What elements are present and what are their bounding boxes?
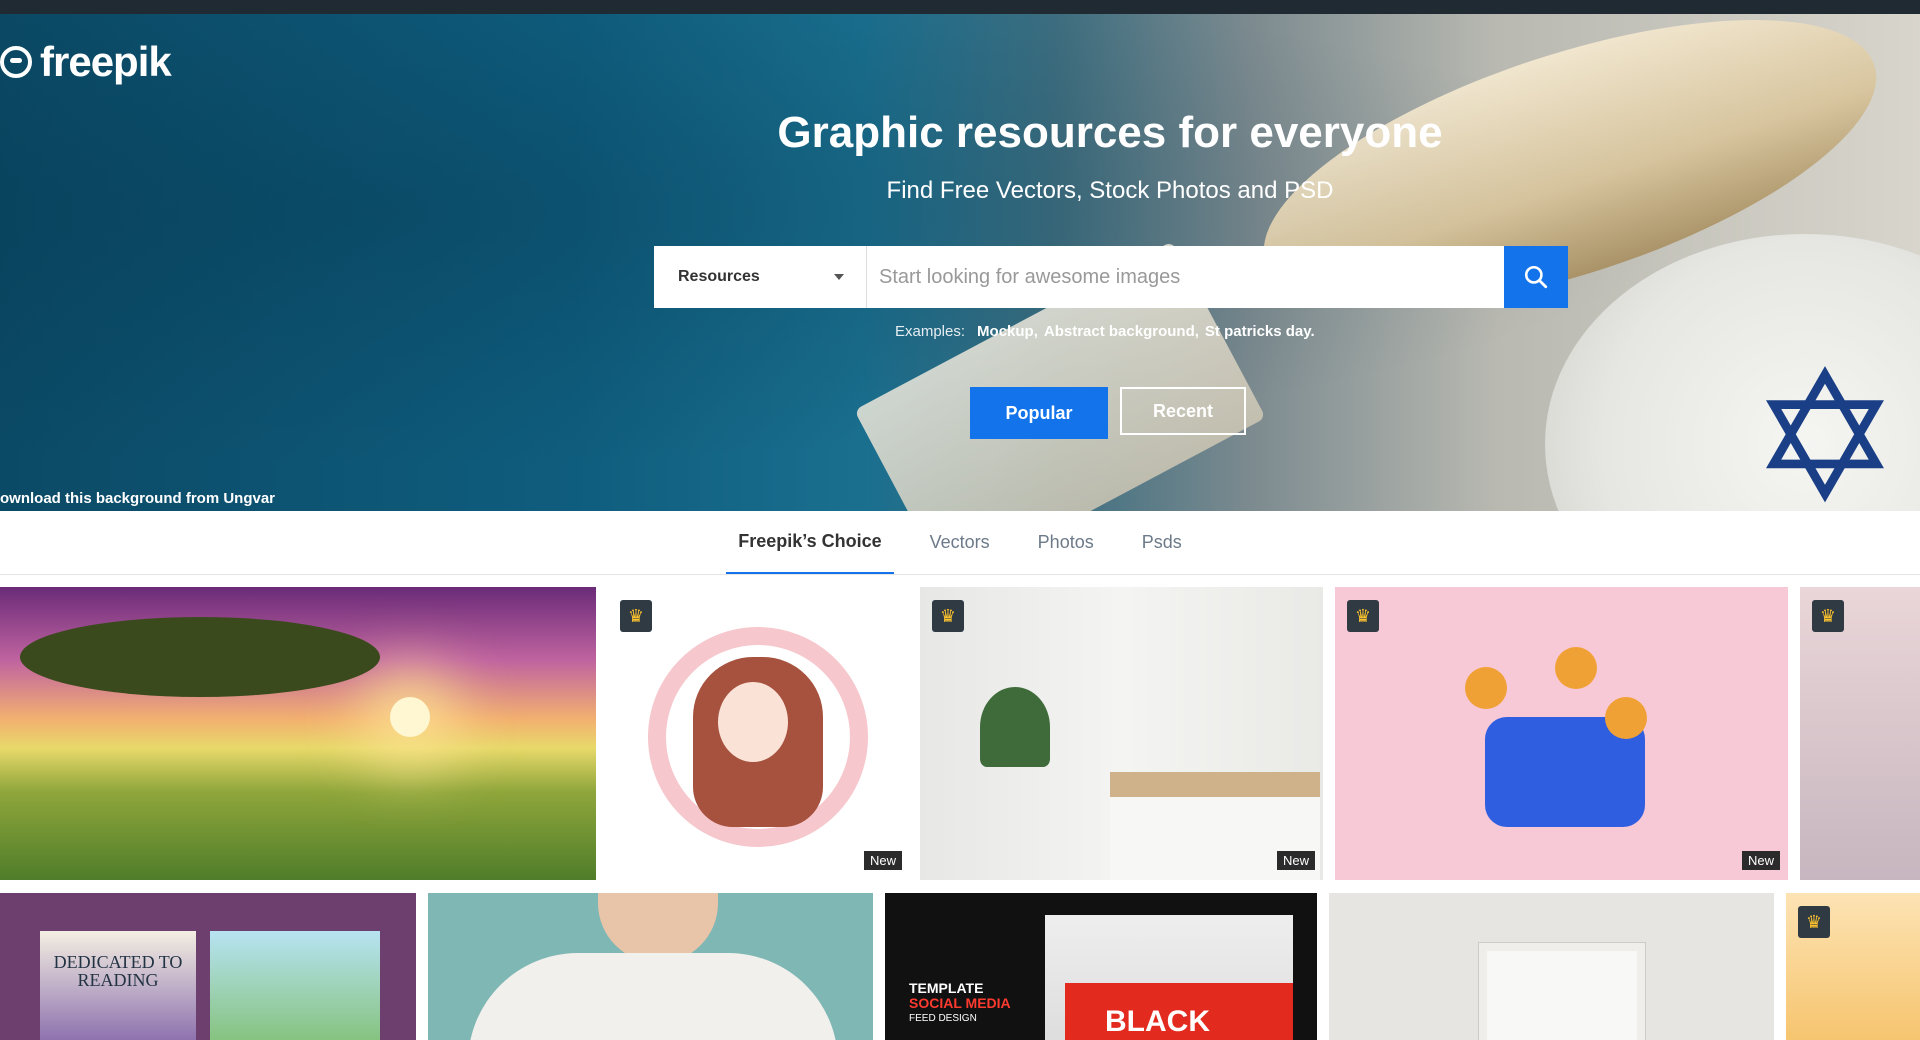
hero-title: Graphic resources for everyone xyxy=(777,108,1443,157)
resource-card-gold-decor[interactable]: ♛ xyxy=(1786,893,1920,1040)
card-template-line2: SOCIAL MEDIA xyxy=(909,995,1011,1011)
resources-dropdown[interactable]: Resources xyxy=(654,246,867,308)
search-input[interactable] xyxy=(867,246,1504,308)
freepik-logo[interactable]: freepik xyxy=(0,38,172,86)
resource-card-social-media-template[interactable]: TEMPLATE SOCIAL MEDIA FEED DESIGN BLACK xyxy=(885,893,1317,1040)
content-tabs: Freepik’s Choice Vectors Photos Psds xyxy=(0,511,1920,575)
card-illustration-book-back xyxy=(210,931,380,1040)
card-template-label: TEMPLATE SOCIAL MEDIA FEED DESIGN xyxy=(909,981,1011,1026)
card-template-line1: TEMPLATE xyxy=(909,980,984,996)
card-illustration-tree xyxy=(20,617,380,697)
star-of-david-icon: ✡ xyxy=(1749,338,1901,512)
card-illustration-face xyxy=(718,682,788,762)
popular-button[interactable]: Popular xyxy=(970,387,1108,439)
resource-card-mother-baby[interactable]: ♛ New xyxy=(608,587,910,880)
recent-button[interactable]: Recent xyxy=(1120,387,1246,435)
card-illustration-plant xyxy=(980,687,1050,767)
card-illustration-coin xyxy=(1555,647,1597,689)
card-illustration-coin xyxy=(1465,667,1507,709)
tab-psds[interactable]: Psds xyxy=(1130,511,1194,574)
hero-filter-buttons: Popular Recent xyxy=(970,387,1246,439)
resource-card-tshirt-mockup[interactable] xyxy=(428,893,873,1040)
premium-crown-icon: ♛ xyxy=(932,600,964,632)
freepik-wordmark: freepik xyxy=(40,38,172,85)
premium-crown-icon: ♛ xyxy=(1347,600,1379,632)
search-button[interactable] xyxy=(1504,246,1568,308)
example-link-abstract-background[interactable]: Abstract background, xyxy=(1044,323,1199,340)
card-illustration-coin xyxy=(1605,697,1647,739)
search-bar: Resources xyxy=(654,246,1568,308)
new-badge: New xyxy=(1276,851,1315,870)
new-badge: New xyxy=(863,851,902,870)
resource-card-nursery[interactable]: ♛ xyxy=(1800,587,1920,880)
resources-dropdown-label: Resources xyxy=(678,268,760,285)
examples-label: Examples: xyxy=(895,323,966,340)
new-badge: New xyxy=(1741,851,1780,870)
card-illustration-shirt xyxy=(468,953,838,1040)
search-icon xyxy=(1524,265,1548,289)
hero-banner: ✡ freepik Graphic resources for everyone… xyxy=(0,14,1920,511)
browser-top-strip xyxy=(0,0,1920,14)
premium-crown-icon: ♛ xyxy=(1798,906,1830,938)
resource-card-reading-book[interactable]: DEDICATED TO READING xyxy=(0,893,416,1040)
resource-card-interior-room[interactable]: ♛ New xyxy=(920,587,1323,880)
card-illustration-sun xyxy=(390,697,430,737)
background-credit-link[interactable]: ownload this background from Ungvar xyxy=(0,490,275,507)
card-book-title: DEDICATED TO READING xyxy=(53,952,183,990)
chevron-down-icon xyxy=(834,274,844,280)
card-template-line3: FEED DESIGN xyxy=(909,1013,977,1024)
example-link-mockup[interactable]: Mockup, xyxy=(977,323,1038,340)
resource-card-frame-mockup[interactable] xyxy=(1329,893,1774,1040)
premium-crown-icon: ♛ xyxy=(1812,600,1844,632)
premium-crown-icon: ♛ xyxy=(620,600,652,632)
resource-card-savanna[interactable] xyxy=(0,587,596,880)
card-template-big-text: BLACK xyxy=(1105,1005,1210,1038)
search-examples: Examples: Mockup, Abstract background, S… xyxy=(895,323,1315,340)
tab-photos[interactable]: Photos xyxy=(1026,511,1106,574)
tab-freepiks-choice[interactable]: Freepik’s Choice xyxy=(726,511,894,574)
hero-subtitle: Find Free Vectors, Stock Photos and PSD xyxy=(886,177,1334,204)
resource-card-crypto-wallet[interactable]: ♛ New xyxy=(1335,587,1788,880)
tab-vectors[interactable]: Vectors xyxy=(918,511,1002,574)
example-link-st-patricks-day[interactable]: St patricks day. xyxy=(1205,323,1315,340)
card-illustration-frame xyxy=(1479,943,1645,1040)
freepik-logo-icon xyxy=(0,46,32,78)
